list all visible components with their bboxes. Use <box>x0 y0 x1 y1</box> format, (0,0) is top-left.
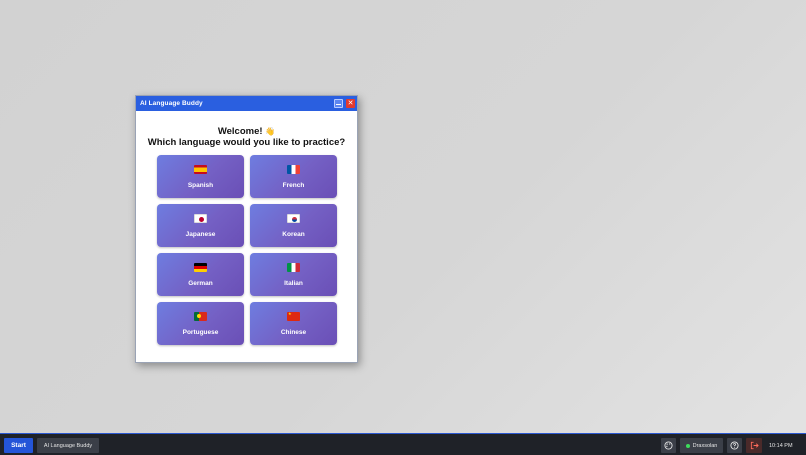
minimize-button[interactable] <box>334 99 343 108</box>
close-icon: ✕ <box>347 100 354 107</box>
taskbar: Start AI Language Buddy Draxsolan 10:14 … <box>0 433 806 455</box>
online-status-icon <box>685 443 690 448</box>
user-status-button[interactable]: Draxsolan <box>680 438 723 453</box>
window-controls: ✕ <box>334 99 355 108</box>
language-button-french[interactable]: French <box>250 155 337 198</box>
korea-flag-icon <box>287 213 300 223</box>
start-button[interactable]: Start <box>4 438 33 453</box>
language-label: Portuguese <box>182 328 219 336</box>
window-titlebar[interactable]: AI Language Buddy ✕ <box>136 96 357 111</box>
language-button-german[interactable]: German <box>157 253 244 296</box>
language-label: German <box>188 279 213 287</box>
desktop: AI Language Buddy ✕ Welcome! 👋 Which lan… <box>0 0 806 433</box>
window-content: Welcome! 👋 Which language would you like… <box>136 111 357 148</box>
minimize-icon <box>336 104 341 105</box>
user-name: Draxsolan <box>692 442 718 449</box>
window-title: AI Language Buddy <box>140 100 203 107</box>
language-label: Spanish <box>187 181 214 189</box>
close-button[interactable]: ✕ <box>346 99 355 108</box>
language-button-italian[interactable]: Italian <box>250 253 337 296</box>
germany-flag-icon <box>194 262 207 272</box>
welcome-heading: Welcome! 👋 <box>136 126 357 137</box>
language-label: Italian <box>284 279 303 287</box>
palette-icon <box>664 441 673 450</box>
help-button[interactable] <box>727 438 742 453</box>
language-button-korean[interactable]: Korean <box>250 204 337 247</box>
language-label: Korean <box>282 230 305 238</box>
wave-icon: 👋 <box>265 127 276 136</box>
taskbar-clock: 10:14 PM <box>769 442 793 449</box>
language-button-japanese[interactable]: Japanese <box>157 204 244 247</box>
taskbar-item-language-buddy[interactable]: AI Language Buddy <box>37 438 99 453</box>
language-grid: Spanish French Japanese Korean German It… <box>157 155 337 345</box>
japan-flag-icon <box>194 213 207 223</box>
practice-question: Which language would you like to practic… <box>147 137 346 148</box>
help-icon <box>730 441 739 450</box>
language-button-portuguese[interactable]: Portuguese <box>157 302 244 345</box>
language-label: French <box>282 181 305 189</box>
language-label: Chinese <box>280 328 307 336</box>
language-label: Japanese <box>185 230 216 238</box>
spain-flag-icon <box>194 164 207 174</box>
welcome-text: Welcome! <box>217 126 263 137</box>
logout-icon <box>750 441 759 450</box>
portugal-flag-icon <box>194 311 207 321</box>
language-buddy-window: AI Language Buddy ✕ Welcome! 👋 Which lan… <box>135 95 358 363</box>
italy-flag-icon <box>287 262 300 272</box>
china-flag-icon <box>287 311 300 321</box>
logout-button[interactable] <box>746 438 762 453</box>
theme-button[interactable] <box>661 438 676 453</box>
language-button-chinese[interactable]: Chinese <box>250 302 337 345</box>
language-button-spanish[interactable]: Spanish <box>157 155 244 198</box>
france-flag-icon <box>287 164 300 174</box>
